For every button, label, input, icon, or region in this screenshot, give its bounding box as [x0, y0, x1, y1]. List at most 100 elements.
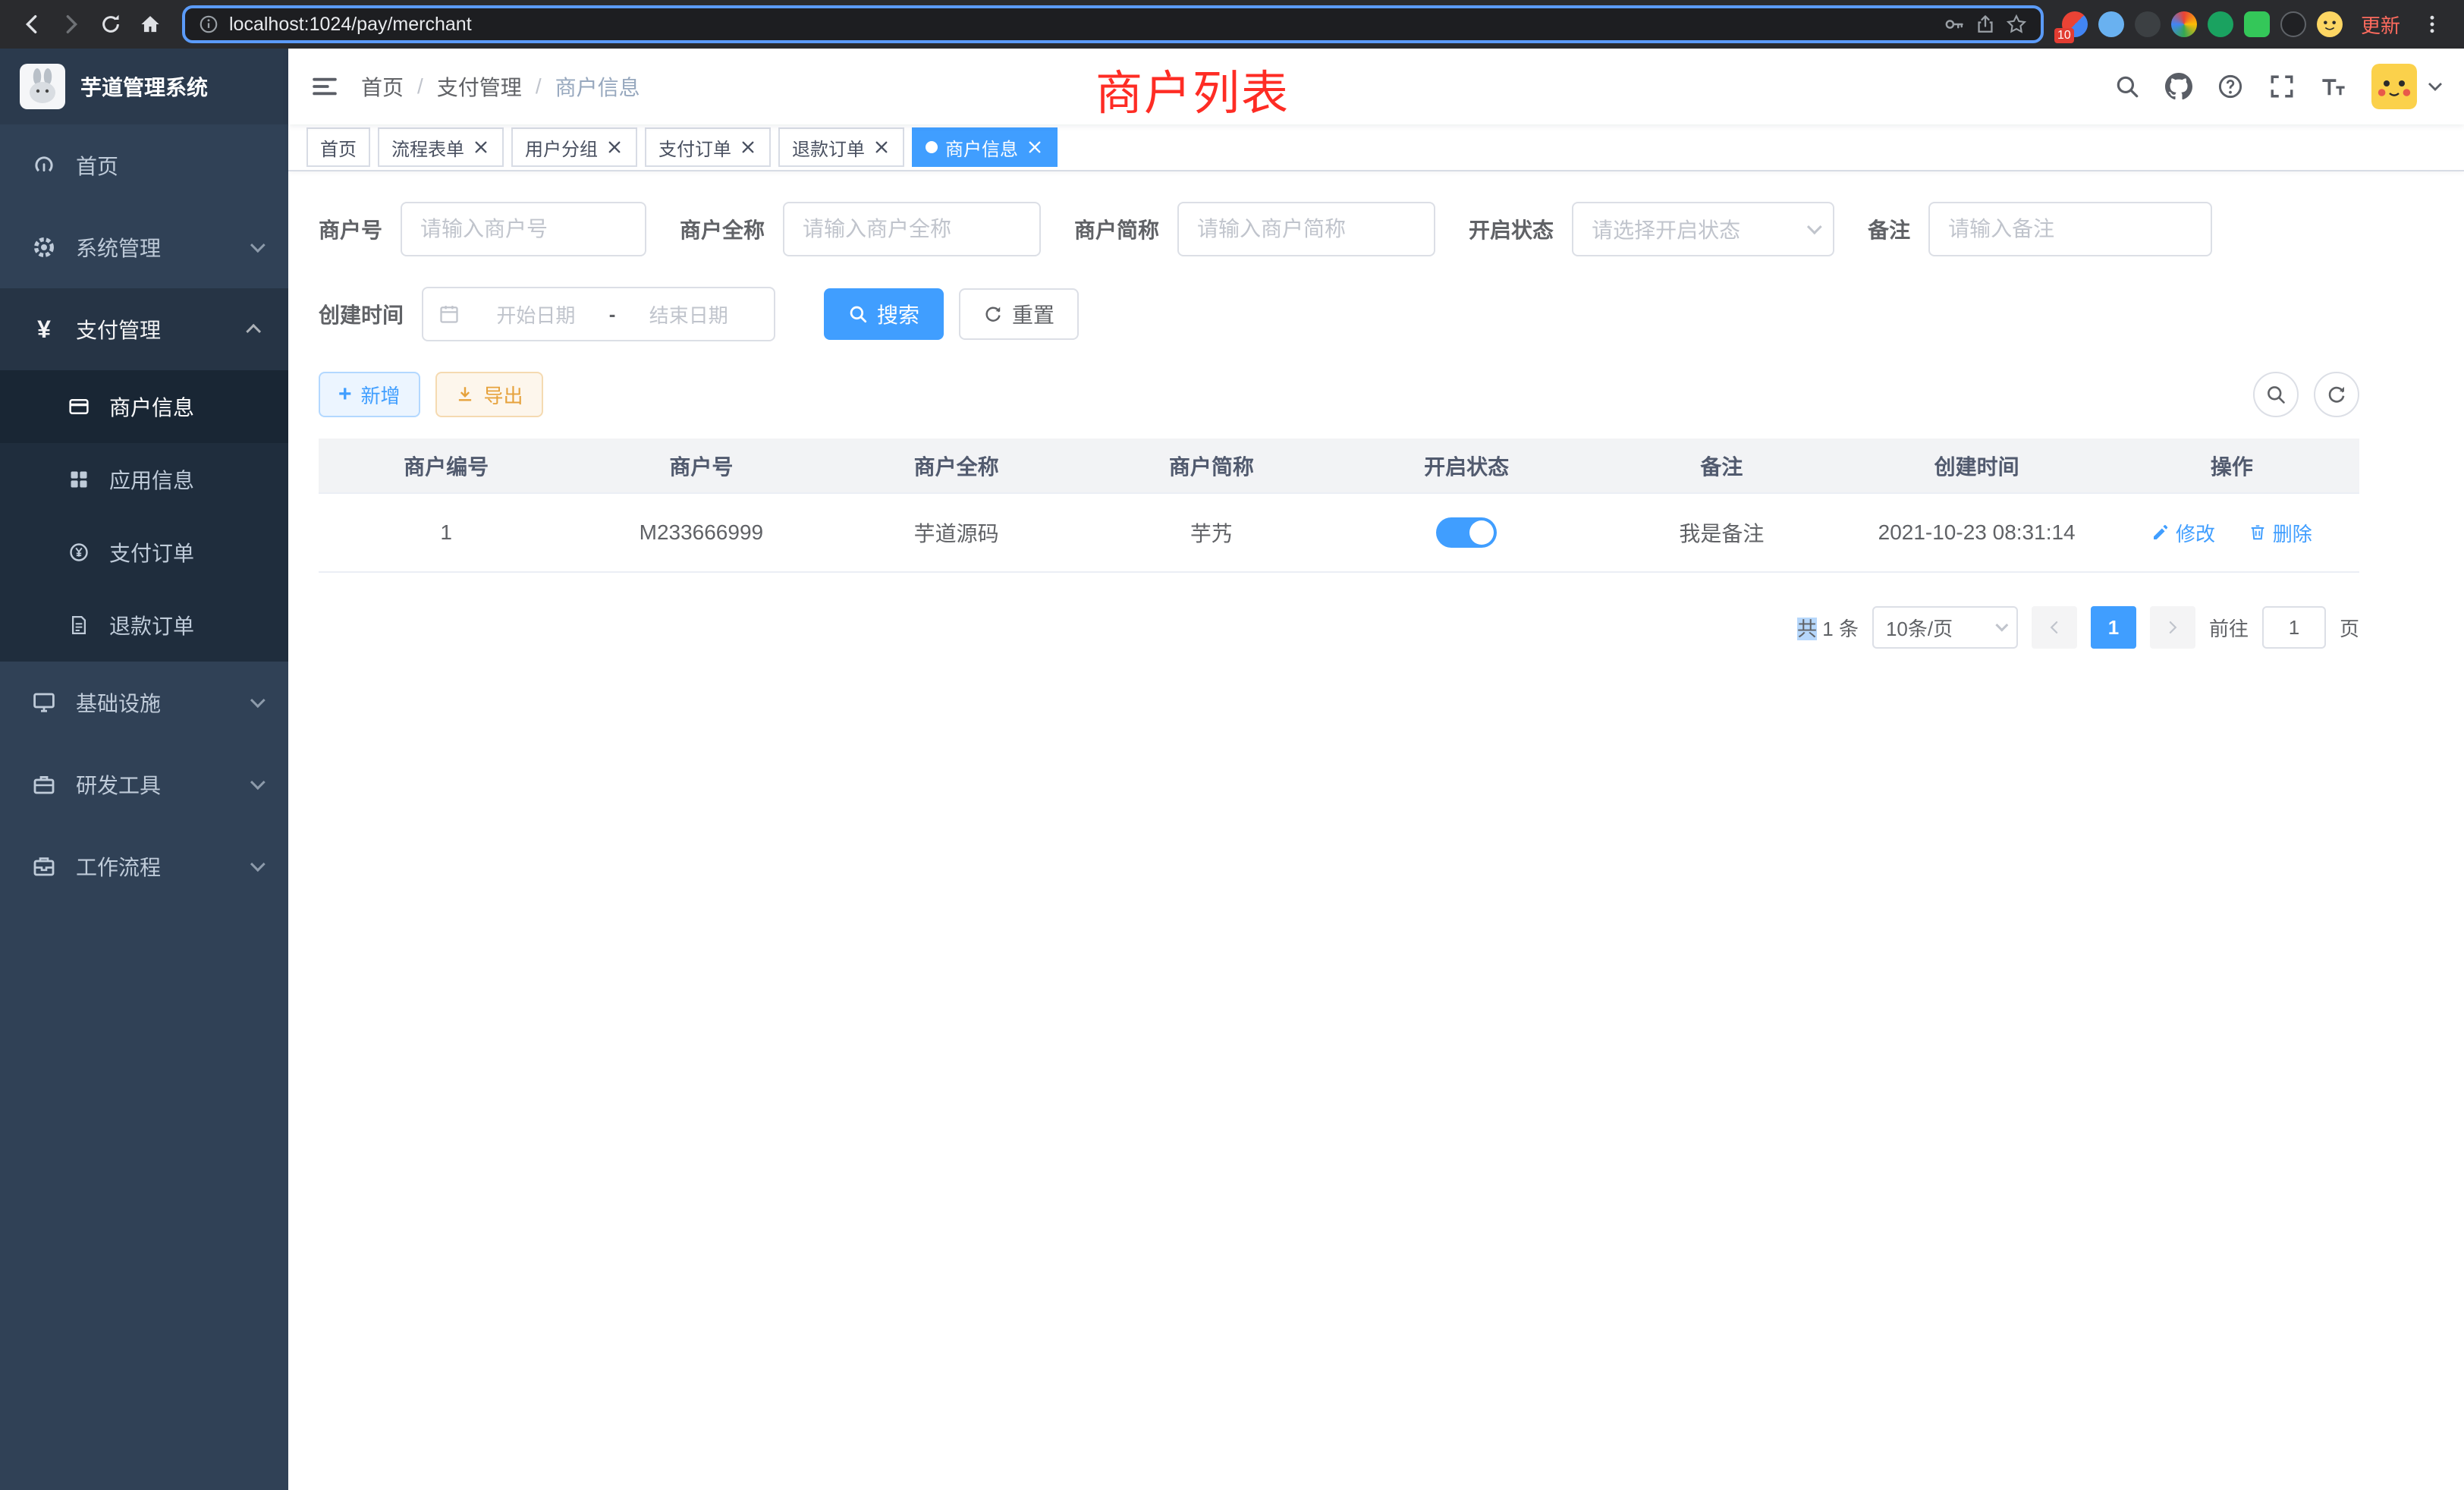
breadcrumb-payment[interactable]: 支付管理	[437, 71, 522, 102]
fullscreen-icon[interactable]	[2259, 64, 2305, 109]
merchant-short-name-input[interactable]	[1177, 202, 1435, 256]
briefcase-icon	[32, 854, 56, 879]
close-icon[interactable]	[739, 138, 757, 156]
extension-icon-3[interactable]	[2135, 11, 2161, 37]
filter-merchant-no: 商户号	[319, 202, 646, 256]
breadcrumb-current: 商户信息	[555, 71, 640, 102]
dashboard-icon	[32, 153, 56, 178]
chevron-down-icon	[250, 237, 266, 253]
site-info-icon[interactable]	[199, 14, 218, 34]
browser-update-button[interactable]: 更新	[2361, 11, 2400, 39]
app-logo[interactable]: 芋道管理系统	[0, 49, 288, 124]
cell-status	[1339, 493, 1594, 572]
close-icon[interactable]	[1026, 138, 1044, 156]
sidebar-item-system[interactable]: 系统管理	[0, 206, 288, 288]
merchant-full-name-input[interactable]	[783, 202, 1041, 256]
tab-home[interactable]: 首页	[306, 127, 370, 167]
avatar-caret-down-icon[interactable]	[2428, 81, 2443, 92]
github-icon[interactable]	[2156, 64, 2202, 109]
page-size-select[interactable]: 10条/页	[1872, 606, 2018, 649]
date-start-input[interactable]: 开始日期	[466, 300, 606, 328]
sidebar-item-app-info[interactable]: 应用信息	[0, 443, 288, 516]
chevron-down-icon	[250, 857, 266, 872]
filter-row-1: 商户号 商户全称 商户简称 开启状态 请选择开启状态	[319, 202, 2434, 256]
search-button[interactable]: 搜索	[824, 288, 944, 340]
close-icon[interactable]	[605, 138, 624, 156]
sidebar-item-payment[interactable]: ¥ 支付管理	[0, 288, 288, 370]
sidebar-item-home[interactable]: 首页	[0, 124, 288, 206]
status-toggle[interactable]	[1436, 517, 1497, 548]
export-button[interactable]: 导出	[435, 372, 543, 417]
payment-submenu: 商户信息 应用信息 支付订单	[0, 370, 288, 662]
font-size-icon[interactable]	[2311, 64, 2356, 109]
tab-merchant-info[interactable]: 商户信息	[912, 127, 1058, 167]
browser-forward-button[interactable]	[52, 5, 91, 44]
merchant-no-input[interactable]	[401, 202, 646, 256]
bookmark-star-icon[interactable]	[2006, 14, 2027, 35]
download-icon	[455, 385, 475, 404]
close-icon[interactable]	[872, 138, 891, 156]
browser-reload-button[interactable]	[91, 5, 130, 44]
extension-icon-5[interactable]	[2208, 11, 2233, 37]
extension-icon-4[interactable]	[2171, 11, 2197, 37]
cell-short-name: 芋艿	[1084, 493, 1339, 572]
goto-page-input[interactable]	[2262, 606, 2326, 649]
tab-pay-order[interactable]: 支付订单	[645, 127, 771, 167]
tab-refund-order[interactable]: 退款订单	[778, 127, 904, 167]
search-icon[interactable]	[2104, 64, 2150, 109]
pagination-total: 共 1 条	[1797, 614, 1859, 642]
cell-create-time: 2021-10-23 08:31:14	[1850, 493, 2104, 572]
sidebar-item-refund-order[interactable]: 退款订单	[0, 589, 288, 662]
profile-avatar[interactable]	[2317, 11, 2343, 37]
edit-link[interactable]: 修改	[2151, 519, 2215, 547]
active-tab-dot	[926, 141, 938, 153]
sidebar-item-pay-order[interactable]: 支付订单	[0, 516, 288, 589]
next-page-button[interactable]	[2150, 606, 2195, 649]
remark-input[interactable]	[1928, 202, 2212, 256]
reset-button[interactable]: 重置	[959, 288, 1079, 340]
show-search-button[interactable]	[2253, 372, 2299, 417]
chevron-down-icon	[1807, 219, 1822, 234]
create-time-range-picker[interactable]: 开始日期 - 结束日期	[422, 287, 775, 341]
browser-back-button[interactable]	[12, 5, 52, 44]
filter-create-time: 创建时间 开始日期 - 结束日期	[319, 287, 775, 341]
refresh-table-button[interactable]	[2314, 372, 2359, 417]
main-area: 首页 / 支付管理 / 商户信息	[288, 49, 2464, 1490]
sidebar-item-dev-tools[interactable]: 研发工具	[0, 743, 288, 825]
tab-process-form[interactable]: 流程表单	[378, 127, 504, 167]
status-select[interactable]: 请选择开启状态	[1572, 202, 1834, 256]
sidebar-item-infra[interactable]: 基础设施	[0, 662, 288, 743]
extension-icon-1[interactable]: 10	[2062, 11, 2088, 37]
cell-actions: 修改 删除	[2104, 493, 2359, 572]
pencil-icon	[2151, 523, 2170, 542]
url-text[interactable]: localhost:1024/pay/merchant	[229, 14, 1933, 36]
sidebar-item-workflow[interactable]: 工作流程	[0, 825, 288, 907]
user-avatar[interactable]	[2371, 64, 2417, 109]
filter-row-2: 创建时间 开始日期 - 结束日期 搜索 重置	[319, 287, 2434, 341]
sidebar-item-merchant-info[interactable]: 商户信息	[0, 370, 288, 443]
breadcrumb-home[interactable]: 首页	[361, 71, 404, 102]
extension-icon-7[interactable]	[2280, 11, 2306, 37]
tab-user-group[interactable]: 用户分组	[511, 127, 637, 167]
browser-menu-icon[interactable]	[2412, 5, 2452, 44]
search-icon	[2265, 384, 2286, 405]
cell-full-name: 芋道源码	[829, 493, 1084, 572]
password-key-icon[interactable]	[1944, 14, 1965, 35]
address-bar[interactable]: localhost:1024/pay/merchant	[182, 5, 2044, 43]
browser-home-button[interactable]	[130, 5, 170, 44]
sidebar-toggle-icon[interactable]	[288, 49, 361, 124]
help-icon[interactable]	[2208, 64, 2253, 109]
page-number-button[interactable]: 1	[2091, 606, 2136, 649]
goto-label: 前往	[2209, 614, 2249, 642]
extensions-area: 10	[2062, 11, 2343, 37]
date-end-input[interactable]: 结束日期	[618, 300, 759, 328]
extension-icon-6[interactable]	[2244, 11, 2270, 37]
delete-link[interactable]: 删除	[2249, 519, 2312, 547]
prev-page-button[interactable]	[2032, 606, 2077, 649]
close-icon[interactable]	[472, 138, 490, 156]
rabbit-logo-icon	[20, 64, 65, 109]
gear-icon	[32, 235, 56, 259]
extension-icon-2[interactable]	[2098, 11, 2124, 37]
add-button[interactable]: + 新增	[319, 372, 420, 417]
share-icon[interactable]	[1975, 14, 1995, 34]
